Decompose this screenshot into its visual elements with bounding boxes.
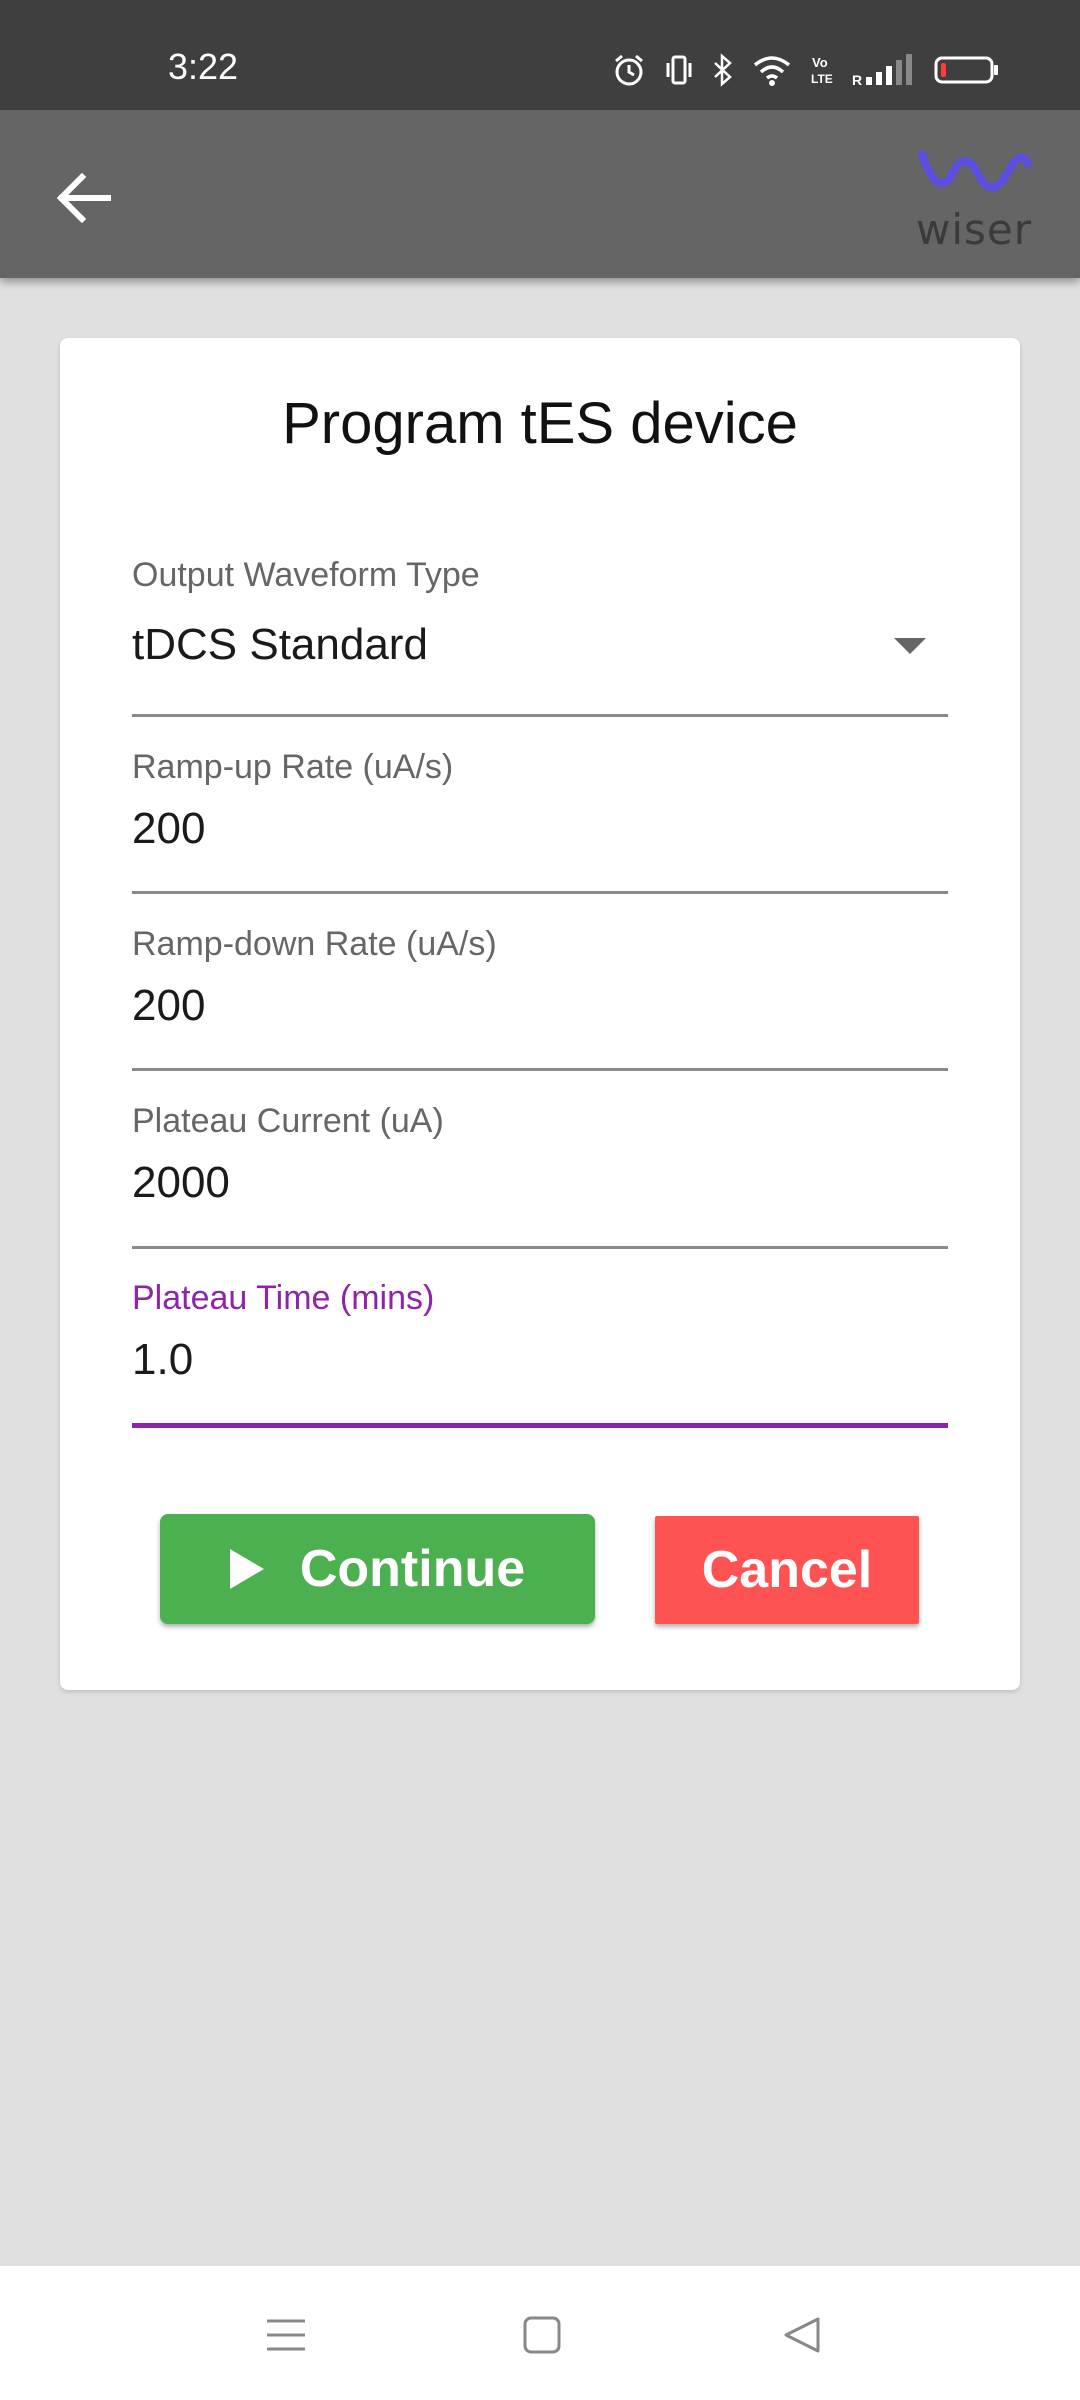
ramp-up-rate-value[interactable]: 200	[132, 804, 205, 854]
vibrate-icon	[666, 55, 692, 85]
battery-icon	[934, 56, 998, 84]
dropdown-arrow-icon[interactable]	[894, 638, 926, 654]
back-triangle-icon	[784, 2317, 820, 2353]
waveform-type-select[interactable]: Output Waveform Type tDCS Standard	[132, 556, 948, 720]
recents-button[interactable]	[256, 2310, 316, 2360]
continue-label: Continue	[299, 1540, 526, 1598]
app-bar: wiser	[0, 110, 1080, 278]
wave-logo-icon	[918, 150, 1032, 192]
status-time: 3:22	[168, 46, 239, 87]
ramp-up-rate-label: Ramp-up Rate (uA/s)	[132, 748, 454, 786]
continue-button[interactable]: Continue	[160, 1514, 595, 1624]
plateau-current-value[interactable]: 2000	[132, 1158, 230, 1208]
home-button[interactable]	[512, 2310, 572, 2360]
logo-text: wiser	[916, 205, 1033, 254]
wifi-icon	[753, 56, 791, 86]
status-bar: 3:22 Vo LTE R	[0, 0, 1080, 110]
status-icons: Vo LTE R	[612, 50, 1000, 90]
plateau-current-field[interactable]: Plateau Current (uA) 2000	[132, 1102, 948, 1252]
svg-text:Vo: Vo	[812, 55, 828, 70]
ramp-down-rate-field[interactable]: Ramp-down Rate (uA/s) 200	[132, 925, 948, 1075]
home-square-icon	[523, 2316, 561, 2354]
wiser-logo: wiser	[916, 144, 1032, 254]
ramp-down-rate-underline	[132, 1068, 948, 1071]
alarm-icon	[615, 54, 643, 86]
page-title: Program tES device	[282, 391, 798, 456]
cancel-label: Cancel	[701, 1541, 873, 1599]
plateau-time-field[interactable]: Plateau Time (mins) 1.0	[132, 1279, 948, 1431]
play-icon	[229, 1549, 264, 1589]
svg-text:LTE: LTE	[811, 72, 833, 86]
waveform-type-label: Output Waveform Type	[132, 556, 480, 594]
waveform-type-value: tDCS Standard	[132, 620, 428, 669]
plateau-time-label: Plateau Time (mins)	[132, 1279, 435, 1317]
plateau-current-underline	[132, 1246, 948, 1249]
back-button[interactable]	[48, 162, 120, 234]
signal-icon: R	[852, 54, 912, 87]
plateau-current-label: Plateau Current (uA)	[132, 1102, 444, 1140]
bluetooth-icon	[714, 53, 732, 87]
ramp-up-rate-field[interactable]: Ramp-up Rate (uA/s) 200	[132, 748, 948, 898]
menu-icon	[267, 2319, 305, 2351]
cancel-button[interactable]: Cancel	[655, 1516, 919, 1624]
system-back-button[interactable]	[772, 2310, 832, 2360]
svg-text:R: R	[852, 72, 862, 87]
system-nav-bar	[0, 2266, 1080, 2400]
volte-icon: Vo LTE	[811, 55, 833, 86]
arrow-left-icon	[56, 173, 111, 223]
plateau-time-underline	[132, 1423, 948, 1428]
waveform-type-underline	[132, 714, 948, 717]
plateau-time-value[interactable]: 1.0	[132, 1335, 193, 1385]
ramp-down-rate-value[interactable]: 200	[132, 981, 205, 1031]
ramp-up-rate-underline	[132, 891, 948, 894]
ramp-down-rate-label: Ramp-down Rate (uA/s)	[132, 925, 497, 963]
